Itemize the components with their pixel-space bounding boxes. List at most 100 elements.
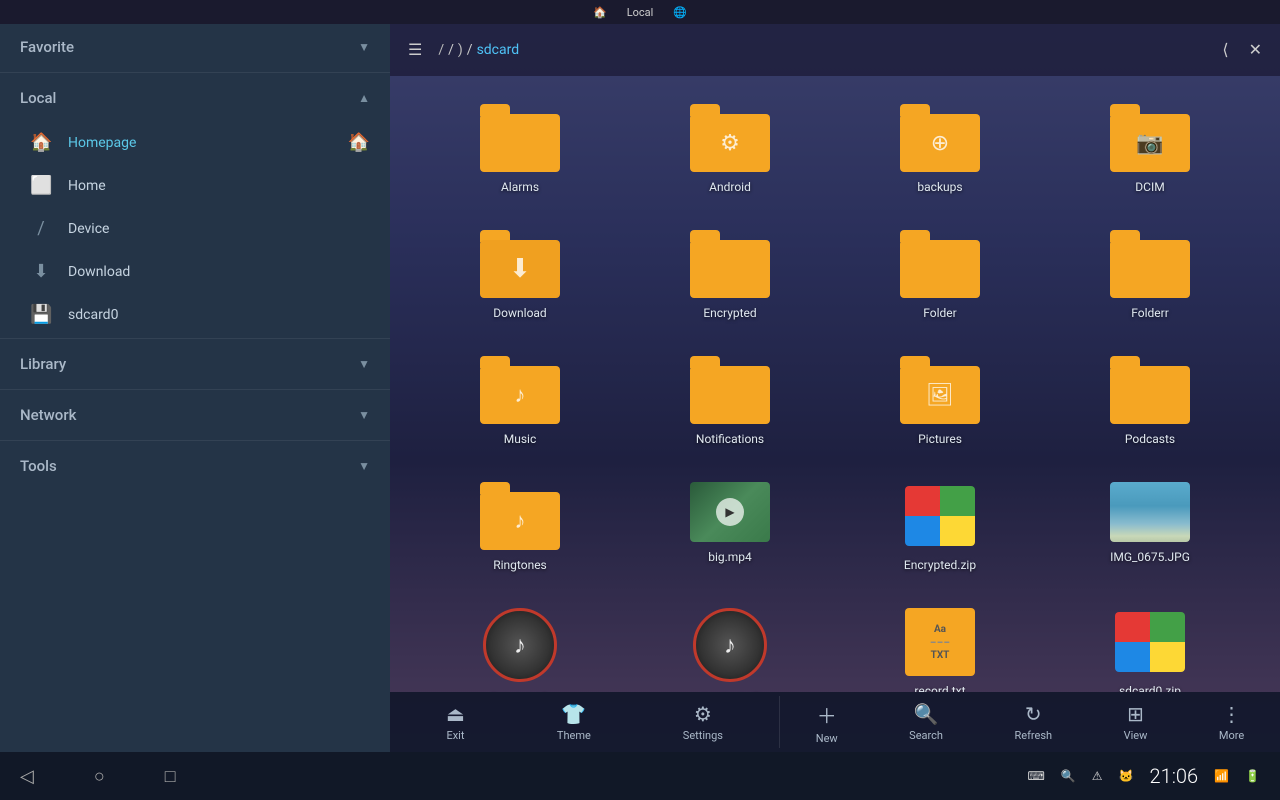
folder-icon-dcim: 📷 [1110,104,1190,172]
file-item-encryptedzip[interactable]: Encrypted.zip [840,474,1040,580]
favorite-chevron: ▼ [358,40,370,54]
zip-icon-encrypted [900,482,980,550]
folder-icon-notifications [690,356,770,424]
file-item-android[interactable]: ⚙ Android [630,96,830,202]
folder-icon-android: ⚙ [690,104,770,172]
file-item-notifications[interactable]: Notifications [630,348,830,454]
file-item-ringtones[interactable]: ♪ Ringtones [420,474,620,580]
home-icon: ⬜ [30,175,52,196]
clock: 21:06 [1150,764,1199,788]
close-button[interactable]: ✕ [1241,34,1270,66]
settings-button[interactable]: ⚙ Settings [667,696,739,748]
view-icon: ⊞ [1127,702,1144,726]
file-item-dcim[interactable]: 📷 DCIM [1050,96,1250,202]
sidebar-section-library[interactable]: Library ▼ [0,341,390,387]
file-item-bigmp4[interactable]: ▶ big.mp4 [630,474,830,580]
sidebar-section-favorite[interactable]: Favorite ▼ [0,24,390,70]
file-item-folderr[interactable]: Folderr [1050,222,1250,328]
sidebar-item-device[interactable]: / Device [0,207,390,250]
pictures-folder-icon: 🖼 [926,383,954,408]
homepage-label: Homepage [68,135,136,151]
sdcard-icon: 💾 [30,304,52,325]
sidebar: Favorite ▼ Local ▲ 🏠 Homepage 🏠 ⬜ Home /… [0,24,390,752]
cat-icon: 🐱 [1119,769,1134,783]
podcasts-label: Podcasts [1125,432,1175,446]
sidebar-item-download[interactable]: ⬇ Download [0,250,390,293]
backups-folder-icon: ⊕ [931,131,949,156]
exit-label: Exit [446,729,464,742]
download-label: Download [493,306,546,320]
pictures-label: Pictures [918,432,962,446]
sidebar-item-homepage[interactable]: 🏠 Homepage 🏠 [0,121,390,164]
toolbar-actions: ⟨ ✕ [1214,34,1270,66]
keyboard-icon: ⌨ [1028,769,1045,783]
menu-button[interactable]: ☰ [400,34,430,66]
folder-icon-download: ⬇ [480,230,560,298]
homepage-icon: 🏠 [30,132,52,153]
sidebar-section-local[interactable]: Local ▲ [0,75,390,121]
folder-icon-podcasts [1110,356,1190,424]
view-button[interactable]: ⊞ View [1108,696,1164,748]
exit-button[interactable]: ⏏ Exit [430,696,481,748]
sidebar-item-home[interactable]: ⬜ Home [0,164,390,207]
img0675-label: IMG_0675.JPG [1110,550,1190,564]
file-item-download[interactable]: ⬇ Download [420,222,620,328]
file-item-recordtxt[interactable]: Aa ━ ━ ━ TXT record.txt [840,600,1040,692]
breadcrumb-mid[interactable]: ) [458,42,463,58]
file-item-encrypted[interactable]: Encrypted [630,222,830,328]
recent-button[interactable]: □ [165,766,176,787]
zip-quadrant-3 [905,516,940,546]
zip-s-quadrant-4 [1150,642,1185,672]
file-item-podcasts[interactable]: Podcasts [1050,348,1250,454]
breadcrumb-root[interactable]: / [438,42,444,58]
file-grid: Alarms ⚙ Android ⊕ backups [390,76,1280,692]
file-area: ☰ / / ) / sdcard ⟨ ✕ Alarm [390,24,1280,752]
dcim-folder-icon: 📷 [1136,131,1163,156]
sidebar-section-tools[interactable]: Tools ▼ [0,443,390,489]
home-sys-icon: 🏠 [593,6,607,19]
file-item-pictures[interactable]: 🖼 Pictures [840,348,1040,454]
android-folder-icon: ⚙ [720,131,740,156]
collapse-button[interactable]: ⟨ [1214,34,1236,66]
refresh-icon: ↻ [1025,702,1042,726]
sdcard0zip-label: sdcard0.zip [1119,684,1181,692]
new-button[interactable]: ＋ New [800,694,854,751]
home-button[interactable]: ○ [94,766,105,787]
file-item-alarms[interactable]: Alarms [420,96,620,202]
folder-icon-alarms [480,104,560,172]
more-button[interactable]: ⋮ More [1203,696,1260,748]
file-item-img0675[interactable]: IMG_0675.JPG [1050,474,1250,580]
back-button[interactable]: ◁ [20,766,34,787]
refresh-button[interactable]: ↻ Refresh [998,696,1068,748]
sidebar-section-network[interactable]: Network ▼ [0,392,390,438]
network-sys-icon: 🌐 [673,6,687,19]
breadcrumb-sep2: / [467,42,473,58]
audio-icon-listen: ♪ [483,608,557,682]
encrypted-label: Encrypted [703,306,756,320]
music-folder-icon: ♪ [515,382,526,408]
music-note-icon: ♪ [514,631,526,660]
file-item-sdcard0zip[interactable]: sdcard0.zip [1050,600,1250,692]
file-item-folder[interactable]: Folder [840,222,1040,328]
file-item-listenmp3[interactable]: ♪ listen.mp3 [420,600,620,692]
txt-icon-record: Aa ━ ━ ━ TXT [905,608,975,676]
download-label: Download [68,264,130,280]
android-nav-bar: ◁ ○ □ ⌨ 🔍 ⚠ 🐱 21:06 📶 🔋 [0,752,1280,800]
more-icon: ⋮ [1222,702,1242,726]
favorite-label: Favorite [20,38,74,56]
breadcrumb: / / ) / sdcard [438,42,1206,58]
breadcrumb-active: sdcard [477,42,520,58]
theme-button[interactable]: 👕 Theme [541,696,607,748]
file-item-music[interactable]: ♪ Music [420,348,620,454]
file-item-musicmp3[interactable]: ♪ music.mp3 [630,600,830,692]
network-chevron: ▼ [358,408,370,422]
file-item-backups[interactable]: ⊕ backups [840,96,1040,202]
dcim-label: DCIM [1135,180,1164,194]
bottom-left-actions: ⏏ Exit 👕 Theme ⚙ Settings [390,696,780,748]
sidebar-item-sdcard0[interactable]: 💾 sdcard0 [0,293,390,336]
theme-icon: 👕 [561,702,586,726]
tools-label: Tools [20,457,57,475]
search-button[interactable]: 🔍 Search [893,696,959,748]
image-preview [1110,482,1190,542]
battery-icon: 🔋 [1245,769,1260,783]
